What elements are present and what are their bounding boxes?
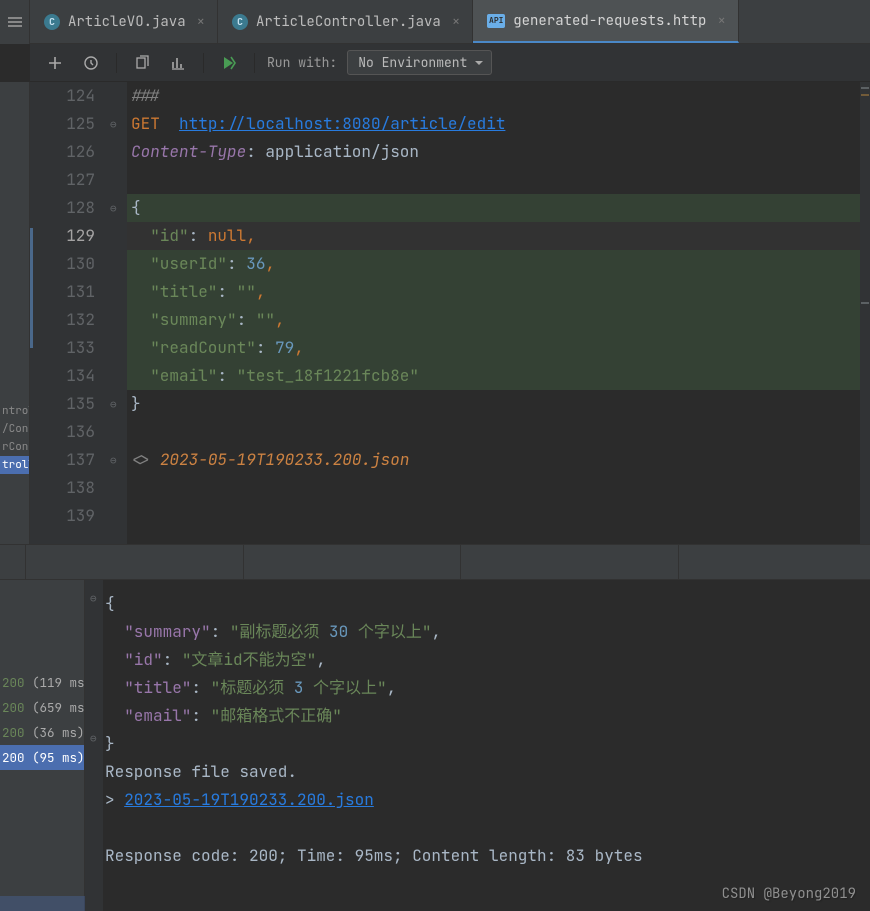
line-number: 132: [30, 306, 95, 334]
line-number: 129: [30, 222, 95, 250]
strip-item[interactable]: rCon: [0, 438, 29, 456]
tool-window-handle[interactable]: [0, 0, 30, 44]
history-item[interactable]: 200 (659 ms): [0, 695, 84, 720]
environment-value: No Environment: [358, 54, 467, 71]
http-method: GET: [131, 113, 160, 134]
line-gutter[interactable]: 124 125▶ 126 127 128 129 130 131 132 133…: [30, 82, 105, 544]
editor-status-bar: [0, 544, 870, 580]
http-file-icon: API: [487, 14, 505, 28]
line-number: 136: [30, 418, 95, 446]
response-saved-msg: Response file saved.: [105, 761, 297, 782]
response-body[interactable]: { "summary": "副标题必须 30 个字以上", "id": "文章i…: [103, 580, 870, 911]
http-url[interactable]: http://localhost:8080/article/edit: [179, 113, 505, 134]
tab-generated-requests[interactable]: API generated-requests.http ×: [473, 0, 739, 43]
response-panel: 200 (119 ms) 200 (659 ms) 200 (36 ms) 20…: [0, 580, 870, 911]
line-number: 139: [30, 502, 95, 530]
json-key: "id": [150, 225, 188, 246]
history-item[interactable]: 200 (36 ms): [0, 720, 84, 745]
json-key: "userId": [150, 253, 227, 274]
resp-val: "邮箱格式不正确": [211, 705, 342, 726]
resp-key: "title": [124, 677, 191, 698]
tab-article-vo[interactable]: C ArticleVO.java ×: [30, 0, 218, 43]
java-class-icon: C: [232, 14, 248, 30]
json-val: null: [208, 225, 246, 246]
close-icon[interactable]: ×: [452, 13, 460, 31]
editor-tabs: C ArticleVO.java × C ArticleController.j…: [30, 0, 870, 44]
json-val: "": [237, 281, 256, 302]
fold-icon[interactable]: ⊖: [90, 592, 97, 606]
response-footer: Response code: 200; Time: 95ms; Content …: [105, 845, 643, 866]
header-name: Content-Type: [131, 141, 246, 162]
copy-button[interactable]: [129, 52, 155, 74]
run-all-button[interactable]: [216, 52, 242, 74]
tab-label: ArticleController.java: [256, 13, 441, 31]
java-class-icon: C: [44, 14, 60, 30]
strip-item[interactable]: /Con: [0, 420, 29, 438]
request-history[interactable]: 200 (119 ms) 200 (659 ms) 200 (36 ms) 20…: [0, 580, 85, 911]
code-text: ###: [131, 85, 160, 106]
line-number: 134: [30, 362, 95, 390]
json-brace: }: [131, 393, 141, 414]
tab-label: generated-requests.http: [513, 12, 706, 30]
line-number: 128: [30, 194, 95, 222]
json-key: "summary": [150, 309, 236, 330]
environment-select[interactable]: No Environment: [347, 50, 492, 75]
tab-article-controller[interactable]: C ArticleController.java ×: [218, 0, 473, 43]
json-brace: }: [105, 733, 115, 754]
stats-button[interactable]: [165, 52, 191, 74]
resp-key: "id": [124, 649, 162, 670]
line-number: 124: [30, 82, 95, 110]
header-value: application/json: [265, 141, 419, 162]
scroll-marker-bar[interactable]: [860, 82, 870, 544]
line-number: 135: [30, 390, 95, 418]
http-toolbar: Run with: No Environment: [30, 44, 870, 82]
structure-strip[interactable]: ntrol /Con rCon trolle: [0, 82, 30, 544]
response-gutter: ⊖ ⊖: [85, 580, 103, 911]
json-brace: {: [131, 197, 141, 218]
history-item[interactable]: 200 (95 ms): [0, 745, 84, 770]
line-number: 125▶: [30, 110, 95, 138]
strip-item[interactable]: trolle: [0, 456, 29, 474]
hamburger-icon: [8, 21, 22, 23]
fold-icon[interactable]: ⊖: [110, 118, 117, 132]
json-key: "email": [150, 365, 217, 386]
fold-icon[interactable]: ⊖: [110, 202, 117, 216]
line-number: 138: [30, 474, 95, 502]
line-number: 131: [30, 278, 95, 306]
line-number: 137: [30, 446, 95, 474]
close-icon[interactable]: ×: [717, 12, 725, 30]
tab-label: ArticleVO.java: [68, 13, 186, 31]
code-editor: ntrol /Con rCon trolle 124 125▶ 126 127 …: [0, 82, 870, 544]
json-val: 79: [275, 337, 294, 358]
resp-val: "文章id不能为空": [182, 649, 316, 670]
json-val: 36: [246, 253, 265, 274]
close-icon[interactable]: ×: [197, 13, 205, 31]
fold-icon[interactable]: ⊖: [110, 454, 117, 468]
resp-prefix: <>: [131, 449, 160, 470]
resp-file[interactable]: 2023-05-19T190233.200.json: [160, 449, 410, 470]
json-val: "test_18f1221fcb8e": [237, 365, 419, 386]
line-number: 126: [30, 138, 95, 166]
run-with-label: Run with:: [267, 54, 337, 71]
json-brace: {: [105, 593, 115, 614]
strip-item[interactable]: ntrol: [0, 402, 29, 420]
line-number: 130: [30, 250, 95, 278]
json-val: "": [256, 309, 275, 330]
history-scrollbar[interactable]: [0, 896, 85, 911]
fold-icon[interactable]: ⊖: [90, 732, 97, 746]
line-number: 133: [30, 334, 95, 362]
response-file-link[interactable]: 2023-05-19T190233.200.json: [124, 789, 374, 810]
fold-icon[interactable]: ⊖: [110, 398, 117, 412]
code-content[interactable]: ### GET http://localhost:8080/article/ed…: [127, 82, 870, 544]
resp-key: "email": [124, 705, 191, 726]
history-item[interactable]: 200 (119 ms): [0, 670, 84, 695]
json-key: "readCount": [150, 337, 256, 358]
resp-key: "summary": [124, 621, 210, 642]
watermark: CSDN @Beyong2019: [722, 885, 856, 903]
json-key: "title": [150, 281, 217, 302]
history-button[interactable]: [78, 52, 104, 74]
add-request-button[interactable]: [42, 52, 68, 74]
fold-gutter[interactable]: ⊖ ⊖ ⊖ ⊖: [105, 82, 127, 544]
line-number: 127: [30, 166, 95, 194]
